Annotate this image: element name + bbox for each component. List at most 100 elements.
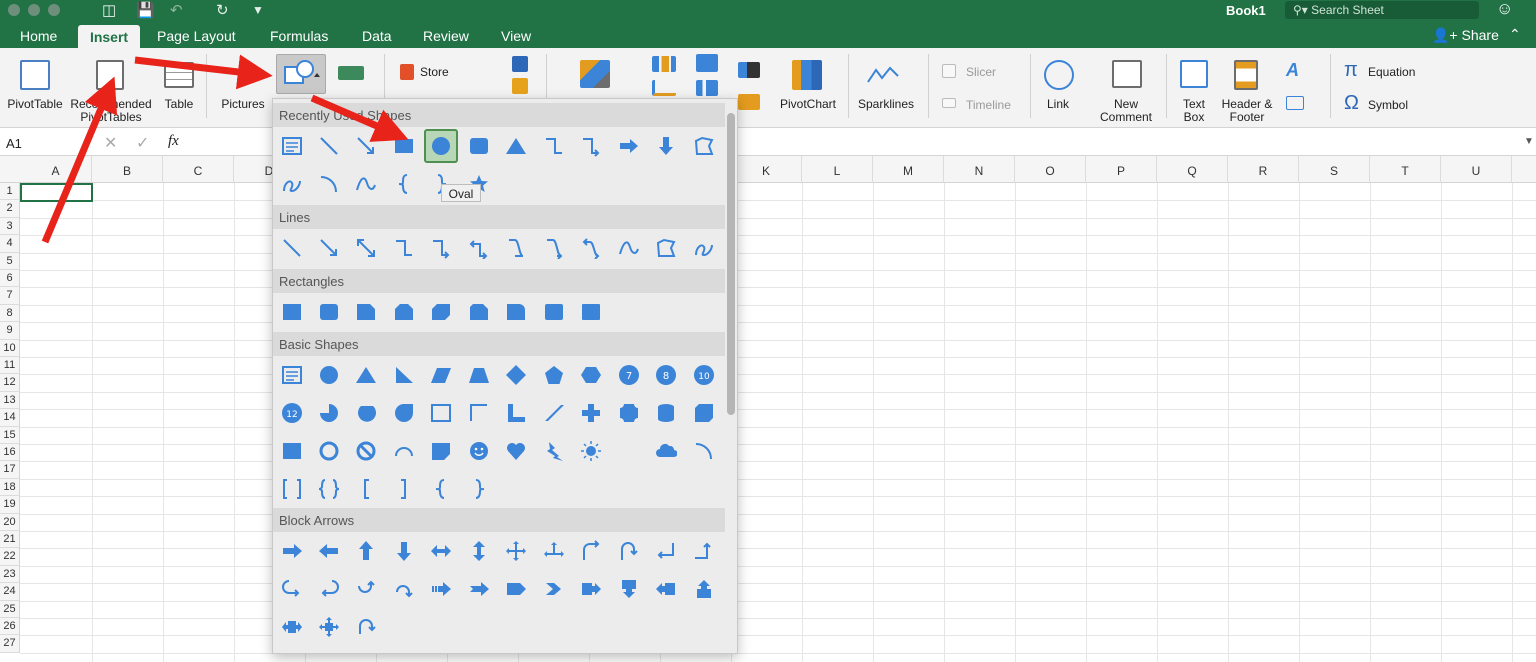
elbow-connector-shape[interactable] bbox=[387, 231, 421, 265]
my-addins-icon[interactable] bbox=[512, 56, 528, 72]
row-header-19[interactable]: 19 bbox=[0, 496, 20, 514]
snip-single-corner-rectangle-shape[interactable] bbox=[349, 295, 383, 329]
rounded-rectangle-shape[interactable] bbox=[462, 129, 496, 163]
curved-up-arrow-shape[interactable] bbox=[349, 572, 383, 606]
line-shape[interactable] bbox=[275, 231, 309, 265]
right-arrow-callout-shape[interactable] bbox=[574, 572, 608, 606]
column-header-p[interactable]: P bbox=[1086, 156, 1157, 183]
circular-arrow-shape[interactable] bbox=[349, 610, 383, 644]
elbow-arrow-connector-shape[interactable] bbox=[574, 129, 608, 163]
cube-shape[interactable] bbox=[687, 396, 721, 430]
column-header-k[interactable]: K bbox=[731, 156, 802, 183]
triangle-shape[interactable] bbox=[499, 129, 533, 163]
donut-shape[interactable] bbox=[312, 434, 346, 468]
row-header-3[interactable]: 3 bbox=[0, 217, 20, 236]
row-header-9[interactable]: 9 bbox=[0, 322, 20, 340]
symbol-button[interactable]: Symbol bbox=[1368, 99, 1428, 112]
row-header-11[interactable]: 11 bbox=[0, 357, 20, 375]
share-button[interactable]: 👤+ Share bbox=[1432, 27, 1499, 44]
column-header-s[interactable]: S bbox=[1299, 156, 1370, 183]
row-header-18[interactable]: 18 bbox=[0, 478, 20, 497]
row-header-17[interactable]: 17 bbox=[0, 461, 20, 479]
bing-icon[interactable] bbox=[512, 78, 528, 94]
row-header-27[interactable]: 27 bbox=[0, 635, 20, 653]
double-arrow-shape[interactable] bbox=[349, 231, 383, 265]
column-header-r[interactable]: R bbox=[1228, 156, 1299, 183]
elbow-arrow-shape[interactable] bbox=[424, 231, 458, 265]
line-arrow-shape[interactable] bbox=[349, 129, 383, 163]
column-header-o[interactable]: O bbox=[1015, 156, 1086, 183]
octagon-shape[interactable]: 8 bbox=[649, 358, 683, 392]
column-header-l[interactable]: L bbox=[802, 156, 873, 183]
freeform-shape[interactable] bbox=[687, 129, 721, 163]
up-down-arrow-shape[interactable] bbox=[462, 534, 496, 568]
pie-shape[interactable] bbox=[312, 396, 346, 430]
pentagon-arrow-shape[interactable] bbox=[499, 572, 533, 606]
rounded-rectangle-shape[interactable] bbox=[312, 295, 346, 329]
right-triangle-shape[interactable] bbox=[387, 358, 421, 392]
down-arrow-shape[interactable] bbox=[387, 534, 421, 568]
row-header-22[interactable]: 22 bbox=[0, 548, 20, 566]
diamond-shape[interactable] bbox=[499, 358, 533, 392]
folded-corner-shape[interactable] bbox=[424, 434, 458, 468]
curved-down-arrow-shape[interactable] bbox=[387, 572, 421, 606]
row-header-24[interactable]: 24 bbox=[0, 583, 20, 601]
right-arrow-shape[interactable] bbox=[612, 129, 646, 163]
row-header-8[interactable]: 8 bbox=[0, 304, 20, 323]
quad-arrow-shape[interactable] bbox=[499, 534, 533, 568]
row-header-23[interactable]: 23 bbox=[0, 565, 20, 584]
text-box-shape[interactable] bbox=[275, 358, 309, 392]
left-brace-shape[interactable] bbox=[424, 472, 458, 506]
object-icon[interactable] bbox=[1286, 96, 1304, 110]
recommended-charts-icon[interactable] bbox=[580, 60, 610, 88]
zoom-window-button[interactable] bbox=[48, 4, 60, 16]
sparklines-button[interactable]: Sparklines bbox=[852, 98, 920, 111]
row-header-26[interactable]: 26 bbox=[0, 618, 20, 636]
scribble-shape[interactable] bbox=[275, 167, 309, 201]
link-button[interactable]: Link bbox=[1038, 98, 1078, 111]
tab-formulas[interactable]: Formulas bbox=[270, 28, 328, 44]
row-header-7[interactable]: 7 bbox=[0, 287, 20, 305]
sun-shape[interactable] bbox=[574, 434, 608, 468]
hexagon-shape[interactable] bbox=[574, 358, 608, 392]
can-shape[interactable] bbox=[649, 396, 683, 430]
cloud-shape[interactable] bbox=[649, 434, 683, 468]
row-header-25[interactable]: 25 bbox=[0, 600, 20, 618]
row-header-20[interactable]: 20 bbox=[0, 513, 20, 531]
row-header-5[interactable]: 5 bbox=[0, 252, 20, 270]
pivottable-button[interactable]: PivotTable bbox=[4, 98, 66, 111]
collapse-ribbon-icon[interactable]: ⌃ bbox=[1509, 26, 1521, 43]
line-chart-icon[interactable] bbox=[652, 80, 676, 96]
customize-toolbar-icon[interactable]: ▼ bbox=[252, 3, 264, 17]
tab-data[interactable]: Data bbox=[362, 28, 392, 44]
snip-and-round-rectangle-shape[interactable] bbox=[462, 295, 496, 329]
row-header-6[interactable]: 6 bbox=[0, 270, 20, 288]
sidebar-toggle-icon[interactable]: ◫ bbox=[102, 1, 116, 19]
frame-shape[interactable] bbox=[424, 396, 458, 430]
notched-right-arrow-shape[interactable] bbox=[462, 572, 496, 606]
right-bracket-shape[interactable] bbox=[387, 472, 421, 506]
scribble-shape[interactable] bbox=[687, 231, 721, 265]
left-brace-shape[interactable] bbox=[387, 167, 421, 201]
cross-shape[interactable] bbox=[574, 396, 608, 430]
tab-page-layout[interactable]: Page Layout bbox=[157, 28, 236, 44]
rectangle-shape[interactable] bbox=[387, 129, 421, 163]
table-button[interactable]: Table bbox=[158, 98, 200, 111]
elbow-connector-shape[interactable] bbox=[537, 129, 571, 163]
double-bracket-shape[interactable] bbox=[275, 472, 309, 506]
moon-shape[interactable] bbox=[612, 434, 646, 468]
pictures-button[interactable]: Pictures bbox=[216, 98, 270, 111]
freeform-shape[interactable] bbox=[649, 231, 683, 265]
half-frame-shape[interactable] bbox=[462, 396, 496, 430]
row-header-12[interactable]: 12 bbox=[0, 374, 20, 392]
combo-chart-icon[interactable] bbox=[738, 94, 760, 110]
store-button[interactable]: Store bbox=[420, 66, 460, 79]
decagon-shape[interactable]: 10 bbox=[687, 358, 721, 392]
cancel-icon[interactable]: ✕ bbox=[104, 133, 117, 153]
column-header-m[interactable]: M bbox=[873, 156, 944, 183]
heptagon-shape[interactable]: 7 bbox=[612, 358, 646, 392]
curved-arrow-connector-shape[interactable] bbox=[537, 231, 571, 265]
gallery-scrollbar[interactable] bbox=[727, 113, 735, 415]
save-icon[interactable]: 💾 bbox=[136, 1, 155, 19]
striped-right-arrow-shape[interactable] bbox=[424, 572, 458, 606]
